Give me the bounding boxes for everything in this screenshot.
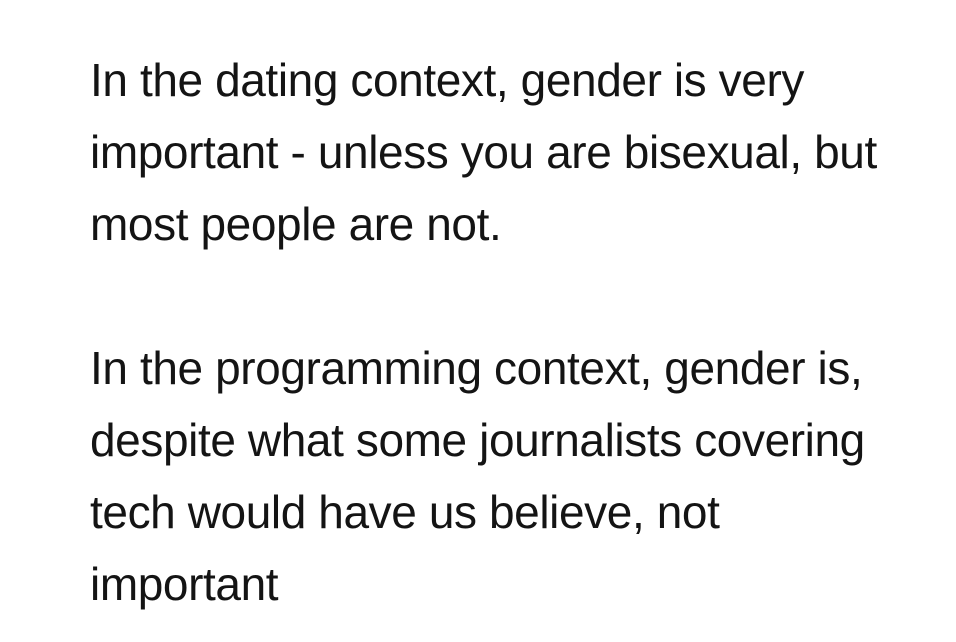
post-body: In the dating context, gender is very im… (90, 44, 940, 620)
paragraph-programming-context: In the programming context, gender is, d… (90, 342, 865, 610)
paragraph-dating-context: In the dating context, gender is very im… (90, 54, 877, 250)
